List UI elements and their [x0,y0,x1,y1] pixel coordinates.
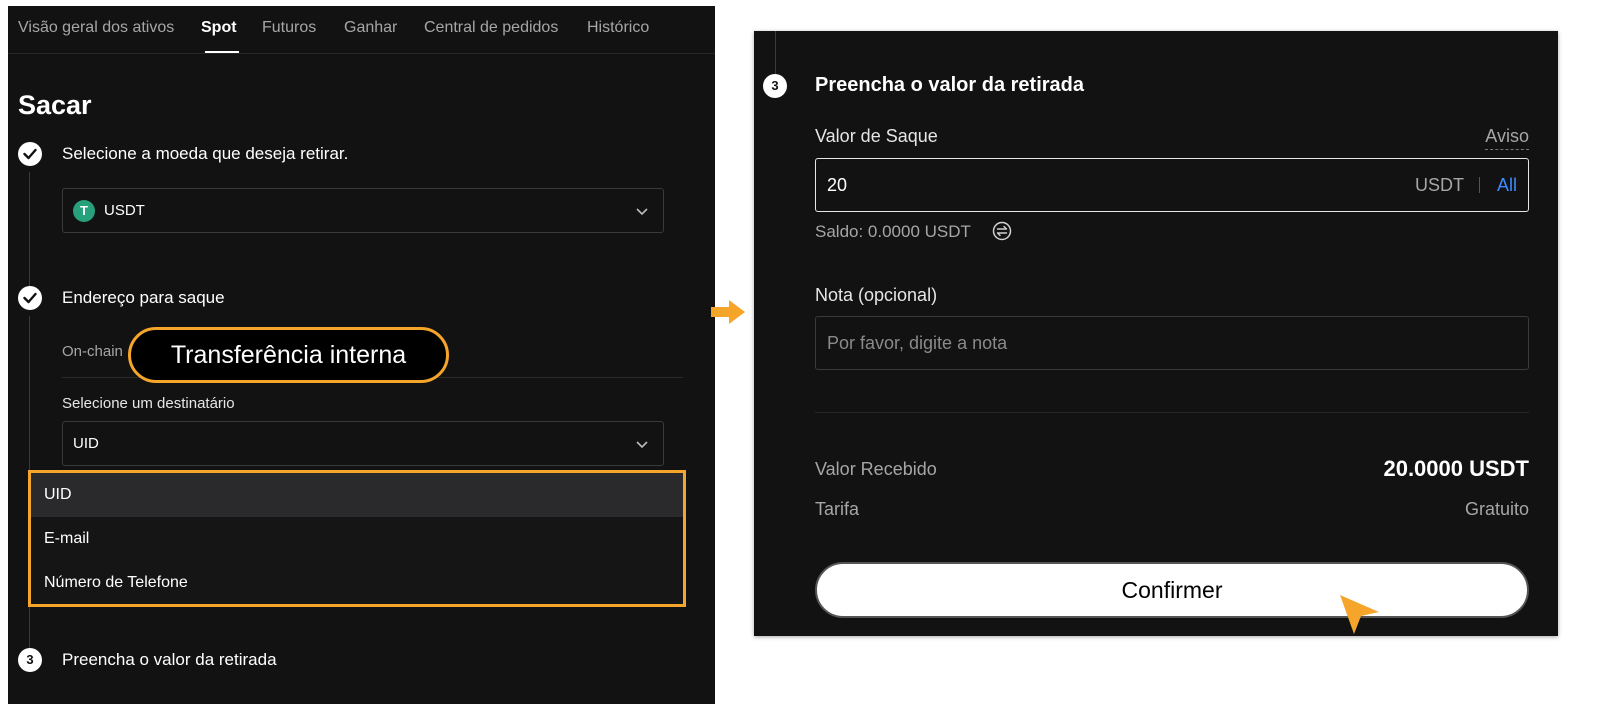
amount-value: 20 [827,175,848,195]
tab-internal-transfer-callout[interactable]: Transferência interna [128,327,449,383]
recipient-select[interactable]: UID [62,421,664,466]
coin-select[interactable]: T USDT [62,188,664,233]
coin-value: USDT [104,202,145,219]
aviso-link[interactable]: Aviso [1485,126,1529,150]
all-button[interactable]: All [1497,175,1517,196]
chevron-down-icon [636,208,648,216]
fee-value: Gratuito [1464,499,1529,519]
amount-currency: USDT [1415,175,1464,195]
withdraw-panel-right: 3 Preencha o valor da retirada Valor de … [754,31,1558,636]
withdraw-panel-left: Visão geral dos ativos Spot Futuros Ganh… [8,6,715,704]
tab-earn[interactable]: Ganhar [344,19,397,37]
step-complete-check-icon [18,142,42,166]
received-label: Valor Recebido [815,459,937,479]
step-3-title: Preencha o valor da retirada [62,650,277,669]
tab-spot[interactable]: Spot [201,19,237,37]
received-value: 20.0000 USDT [1383,456,1529,481]
recipient-dropdown: UID E-mail Número de Telefone [28,470,686,607]
fee-label: Tarifa [815,499,860,519]
recipient-value: UID [73,435,99,452]
dropdown-option-uid[interactable]: UID [31,473,683,517]
tab-bar: Visão geral dos ativos Spot Futuros Ganh… [8,6,715,54]
dropdown-option-phone[interactable]: Número de Telefone [31,561,683,605]
input-separator [1479,177,1480,193]
timeline-line [29,172,30,286]
usdt-icon: T [73,200,95,222]
step-1-title: Selecione a moeda que deseja retirar. [62,144,349,163]
step-2-title: Endereço para saque [62,288,225,307]
step-3-title: Preencha o valor da retirada [815,74,1085,96]
chevron-down-icon [636,441,648,449]
amount-label: Valor de Saque [815,126,938,146]
timeline-line [775,31,776,75]
balance-text: Saldo: 0.0000 USDT [815,222,971,241]
confirm-button[interactable]: Confirmer [815,562,1529,618]
tab-on-chain[interactable]: On-chain [62,343,123,360]
note-placeholder: Por favor, digite a nota [827,333,1008,353]
arrow-right-icon [711,300,745,324]
divider [815,412,1529,413]
amount-input[interactable]: 20 USDT All [815,158,1529,212]
step-3-number: 3 [763,74,787,98]
note-label: Nota (opcional) [815,285,938,305]
swap-icon[interactable] [992,221,1012,241]
cursor-pointer-icon [1340,595,1379,634]
step-complete-check-icon [18,286,42,310]
tab-order-center[interactable]: Central de pedidos [424,19,558,37]
page-title: Sacar [18,90,92,120]
tab-futures[interactable]: Futuros [262,19,316,37]
recipient-label: Selecione um destinatário [62,395,235,412]
tab-history[interactable]: Histórico [587,19,649,37]
dropdown-option-email[interactable]: E-mail [31,517,683,561]
tab-asset-overview[interactable]: Visão geral dos ativos [18,19,174,37]
active-tab-indicator [205,51,239,53]
step-3-number: 3 [18,648,42,672]
note-input[interactable]: Por favor, digite a nota [815,316,1529,370]
